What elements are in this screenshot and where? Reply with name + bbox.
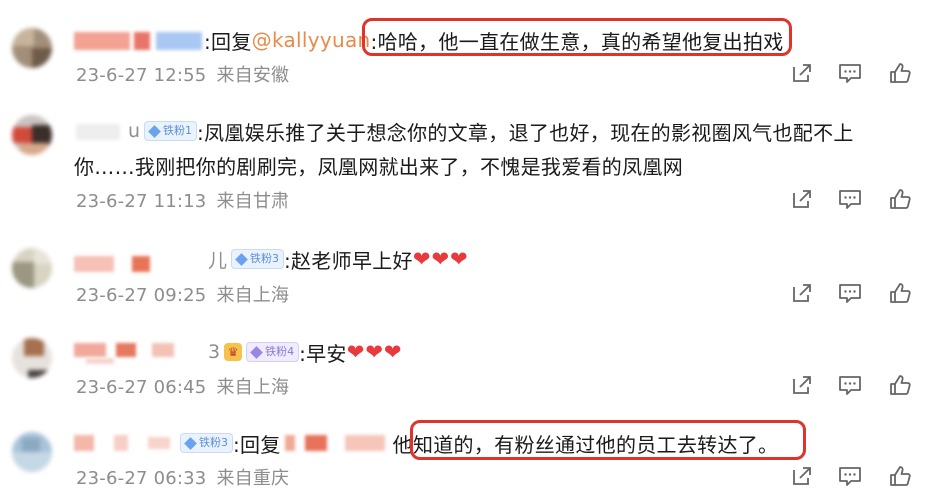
thumbs-up-icon[interactable]: [888, 61, 912, 85]
share-icon[interactable]: [790, 373, 814, 397]
comment-actions: [790, 61, 916, 85]
comment-meta: 23-6-27 11:13 来自甘肃: [76, 187, 289, 213]
comment-location: 来自上海: [216, 285, 290, 306]
comment-location: 来自安徽: [216, 65, 290, 86]
comment-icon[interactable]: [838, 281, 862, 305]
crown-icon: ♛: [224, 343, 243, 361]
username-redacted[interactable]: [72, 431, 176, 455]
diamond-icon: [184, 436, 197, 450]
comment-location: 来自重庆: [216, 468, 290, 489]
share-icon[interactable]: [790, 464, 814, 488]
fan-badge: 铁粉3: [180, 433, 233, 453]
comment-feed: :回复 @kallyyuan :哈哈，他一直在做生意，真的希望他复出拍戏 23-…: [0, 0, 926, 498]
comment-item: 儿 铁粉3 :赵老师早上好 ❤❤❤ 23-6-27 09:25 来自上海: [0, 228, 926, 328]
username-fragment[interactable]: u: [128, 120, 140, 142]
username-redacted[interactable]: [72, 119, 122, 143]
comment-text: :早安: [299, 341, 347, 366]
reply-prefix: :回复: [233, 432, 281, 457]
comment-location: 来自甘肃: [216, 191, 290, 212]
heart-emoji: ❤❤❤: [346, 340, 403, 364]
comment-text-continued: 你……我刚把你的剧刷完，凤凰网就出来了，不愧是我爱看的凤凰网: [74, 155, 683, 179]
avatar[interactable]: [12, 115, 52, 155]
comment-item: u 铁粉1 :凤凰娱乐推了关于想念你的文章，退了也好，现在的影视圈风气也配不上 …: [0, 100, 926, 228]
username-fragment[interactable]: 3: [208, 341, 220, 363]
comment-icon[interactable]: [838, 464, 862, 488]
diamond-icon: [148, 124, 161, 138]
fan-badge: 铁粉1: [144, 121, 198, 141]
comment-icon[interactable]: [838, 373, 862, 397]
thumbs-up-icon[interactable]: [888, 281, 912, 305]
fan-badge: 铁粉4: [246, 342, 300, 362]
comment-actions: [790, 281, 916, 305]
thumbs-up-icon[interactable]: [888, 464, 912, 488]
share-icon[interactable]: [790, 61, 814, 85]
comment-meta: 23-6-27 06:33 来自重庆: [76, 464, 289, 490]
heart-emoji: ❤❤❤: [412, 247, 469, 271]
comment-meta: 23-6-27 12:55 来自安徽: [76, 61, 289, 87]
username-redacted[interactable]: [72, 28, 204, 52]
comment-icon[interactable]: [838, 187, 862, 211]
comment-actions: [790, 373, 916, 397]
comment-location: 来自上海: [216, 377, 290, 398]
comment-date: 23-6-27 06:33: [76, 468, 207, 489]
share-icon[interactable]: [790, 187, 814, 211]
highlight-box: [362, 18, 792, 56]
thumbs-up-icon[interactable]: [888, 187, 912, 211]
fan-badge: 铁粉3: [231, 249, 285, 269]
comment-date: 23-6-27 11:13: [76, 191, 207, 212]
username-fragment[interactable]: 儿: [208, 246, 227, 273]
fan-badge-label: 铁粉4: [265, 345, 295, 358]
comment-meta: 23-6-27 09:25 来自上海: [76, 281, 289, 307]
mention-link[interactable]: @kallyyuan: [252, 28, 371, 52]
thumbs-up-icon[interactable]: [888, 373, 912, 397]
diamond-icon: [250, 345, 263, 359]
avatar[interactable]: [12, 28, 52, 68]
comment-text: :凤凰娱乐推了关于想念你的文章，退了也好，现在的影视圈风气也配不上: [197, 120, 854, 145]
fan-badge-label: 铁粉3: [250, 252, 280, 265]
comment-date: 23-6-27 06:45: [76, 377, 207, 398]
share-icon[interactable]: [790, 281, 814, 305]
comment-actions: [790, 464, 916, 488]
comment-text: :赵老师早上好: [284, 248, 413, 273]
avatar[interactable]: [12, 248, 52, 288]
diamond-icon: [235, 252, 248, 266]
fan-badge-label: 铁粉1: [163, 124, 193, 137]
avatar[interactable]: [12, 432, 52, 472]
reply-prefix: :回复: [204, 29, 252, 54]
comment-date: 23-6-27 12:55: [76, 65, 207, 86]
avatar[interactable]: [12, 338, 52, 378]
comment-date: 23-6-27 09:25: [76, 285, 207, 306]
username-redacted[interactable]: [72, 340, 202, 364]
fan-badge-label: 铁粉3: [199, 436, 228, 449]
comment-item: 3 ♛ 铁粉4 :早安 ❤❤❤ 23-6-27 06:45 来自上海: [0, 328, 926, 418]
highlight-box: [410, 420, 806, 460]
comment-actions: [790, 187, 916, 211]
username-redacted[interactable]: [72, 247, 202, 272]
comment-meta: 23-6-27 06:45 来自上海: [76, 373, 289, 399]
comment-icon[interactable]: [838, 61, 862, 85]
mention-redacted[interactable]: [281, 431, 393, 455]
